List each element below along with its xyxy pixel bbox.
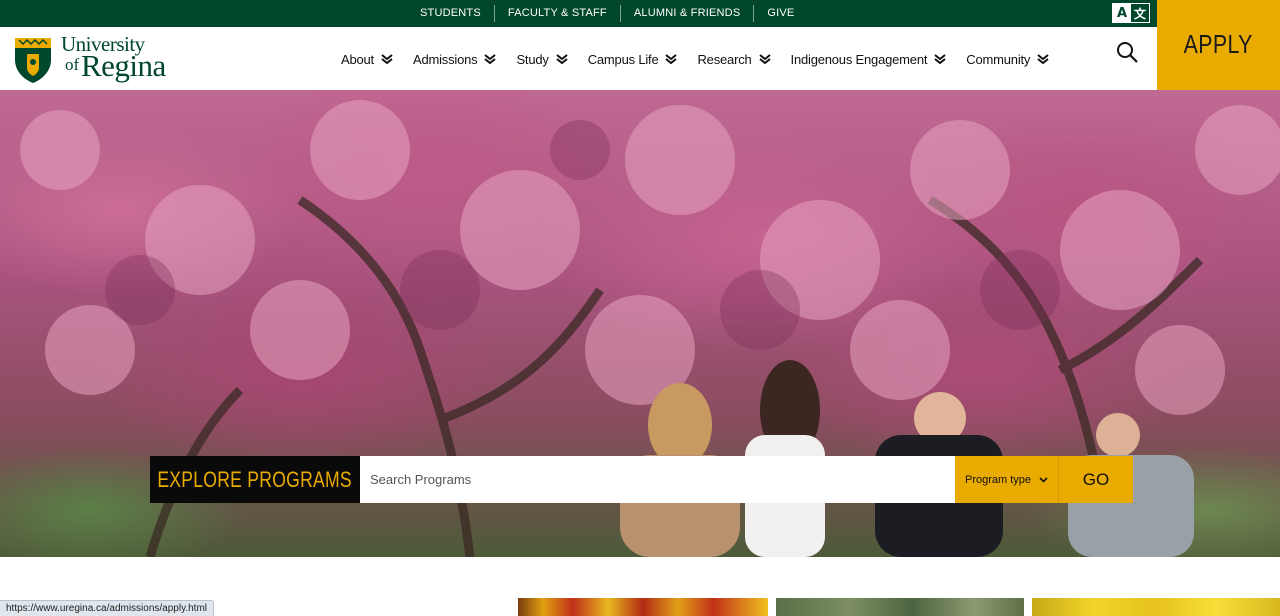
nav-item-research[interactable]: Research — [697, 51, 771, 67]
double-chevron-down-icon — [665, 54, 678, 64]
program-search-input[interactable] — [360, 456, 955, 503]
nav-item-label: Admissions — [412, 51, 478, 67]
translate-button[interactable]: A 文 — [1112, 3, 1150, 23]
nav-item-label: About — [341, 51, 374, 67]
nav-item-about[interactable]: About — [341, 52, 393, 67]
apply-button-label: APPLY — [1183, 28, 1254, 59]
utility-links: STUDENTS FACULTY & STAFF ALUMNI & FRIEND… — [407, 0, 807, 27]
news-thumbnail[interactable] — [776, 598, 1024, 616]
double-chevron-down-icon — [758, 54, 771, 64]
program-type-dropdown[interactable]: Program type — [955, 456, 1059, 503]
news-thumbnail[interactable] — [1032, 598, 1280, 616]
double-chevron-down-icon — [934, 54, 946, 64]
logo-of: of — [65, 55, 80, 74]
explore-programs-text: EXPLORE PROGRAMS — [157, 466, 353, 492]
double-chevron-down-icon — [556, 54, 568, 64]
translate-icon: A — [1113, 4, 1131, 22]
nav-item-label: Campus Life — [587, 51, 659, 67]
news-thumbnail[interactable] — [518, 598, 768, 616]
program-type-label: Program type — [964, 473, 1032, 486]
utility-link-give[interactable]: GIVE — [753, 5, 807, 22]
nav-item-label: Study — [516, 51, 549, 67]
nav-item-study[interactable]: Study — [516, 51, 568, 67]
apply-button[interactable]: APPLY — [1157, 0, 1280, 90]
nav-item-indigenous-engagement[interactable]: Indigenous Engagement — [791, 52, 947, 67]
status-bar-url: https://www.uregina.ca/admissions/apply.… — [0, 600, 215, 616]
utility-bar: STUDENTS FACULTY & STAFF ALUMNI & FRIEND… — [0, 0, 1157, 27]
utility-link-alumni-friends[interactable]: ALUMNI & FRIENDS — [619, 5, 754, 22]
double-chevron-down-icon — [381, 54, 393, 64]
go-button-label: GO — [1082, 469, 1110, 489]
nav-item-campus-life[interactable]: Campus Life — [588, 52, 678, 67]
logo-regina: Regina — [81, 48, 166, 83]
translate-icon-glyph: 文 — [1131, 4, 1149, 22]
double-chevron-down-icon — [484, 54, 497, 64]
nav-item-label: Research — [697, 51, 752, 67]
search-icon[interactable] — [1116, 41, 1138, 63]
university-logo[interactable]: University of Regina — [13, 33, 173, 85]
nav-item-label: Indigenous Engagement — [790, 51, 928, 67]
nav-item-label: Community — [966, 51, 1031, 67]
main-nav: About Admissions Study Campus Life Resea… — [341, 48, 1069, 70]
program-search-bar: EXPLORE PROGRAMS Program type GO — [150, 456, 1133, 503]
go-button[interactable]: GO — [1059, 456, 1133, 503]
chevron-down-icon — [1039, 476, 1048, 483]
double-chevron-down-icon — [1037, 54, 1049, 64]
nav-item-community[interactable]: Community — [966, 52, 1049, 67]
utility-link-students[interactable]: STUDENTS — [407, 5, 494, 22]
utility-link-faculty-staff[interactable]: FACULTY & STAFF — [493, 5, 620, 22]
logo-wordmark: University of Regina — [61, 34, 173, 84]
explore-programs-label: EXPLORE PROGRAMS — [150, 456, 360, 503]
crest-icon — [15, 38, 51, 83]
nav-item-admissions[interactable]: Admissions — [412, 51, 497, 67]
